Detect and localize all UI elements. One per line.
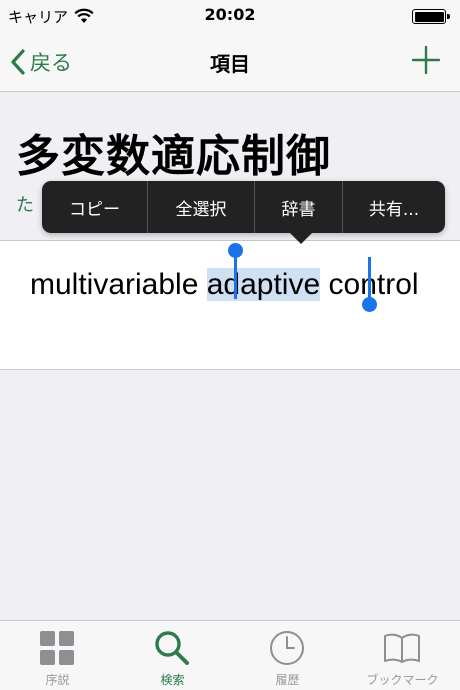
plus-icon: [411, 45, 441, 75]
translation-card: multivariable adaptive control: [0, 240, 460, 370]
menu-item-share[interactable]: 共有...: [343, 181, 445, 233]
tab-history[interactable]: 履歴: [230, 621, 345, 690]
edit-menu-arrow: [290, 233, 312, 244]
selection-end-handle[interactable]: [362, 297, 377, 312]
entry-title: 多変数適応制御: [16, 131, 331, 182]
menu-item-select-all[interactable]: 全選択: [148, 181, 255, 233]
search-icon: [155, 631, 189, 665]
navigation-bar: 戻る 項目: [0, 32, 460, 92]
selection-start-bar: [234, 257, 237, 299]
translation-before: multivariable: [30, 268, 207, 301]
selected-text[interactable]: adaptive: [206, 268, 321, 301]
add-button[interactable]: [410, 44, 442, 76]
selection-start-handle[interactable]: [228, 243, 243, 258]
tab-label: 序説: [45, 673, 70, 687]
nav-title: 項目: [210, 52, 250, 76]
tab-introduction[interactable]: 序説: [0, 621, 115, 690]
book-icon: [384, 633, 420, 663]
grid-icon: [40, 631, 74, 665]
status-time: 20:02: [204, 5, 256, 24]
edit-menu: コピー 全選択 辞書 共有...: [42, 181, 445, 233]
tab-search[interactable]: 検索: [115, 621, 230, 690]
entry-reading: た: [16, 195, 34, 216]
translation-text[interactable]: multivariable adaptive control: [30, 259, 450, 311]
tab-label: 履歴: [275, 673, 300, 687]
status-bar: キャリア 20:02: [0, 0, 460, 32]
tab-label: ブックマーク: [366, 673, 439, 687]
tab-label: 検索: [160, 673, 185, 687]
menu-item-copy[interactable]: コピー: [42, 181, 148, 233]
menu-item-dictionary[interactable]: 辞書: [255, 181, 343, 233]
selection-end-bar: [368, 257, 371, 299]
tab-bookmarks[interactable]: ブックマーク: [345, 621, 460, 690]
clock-icon: [270, 631, 304, 665]
battery-icon: [412, 9, 450, 24]
tab-bar: 序説 検索 履歴 ブックマーク: [0, 620, 460, 690]
